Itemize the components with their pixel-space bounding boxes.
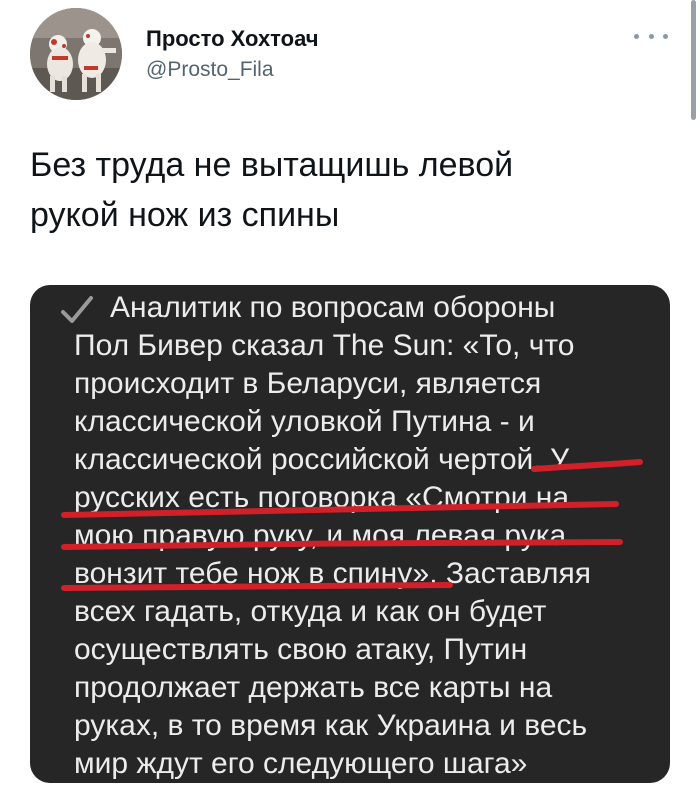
article-line: Пол Бивер сказал The Sun: «То, что xyxy=(74,329,575,362)
article-line: продолжает держать все карты на xyxy=(74,671,553,704)
tweet-media-image[interactable]: ▔▔▔ Аналитик по вопросам обороны Пол Бив… xyxy=(30,285,670,783)
more-dot xyxy=(634,33,639,39)
tweet-text: Без труда не вытащишь левой рукой нож из… xyxy=(30,146,514,234)
article-line: классической российской чертой. У xyxy=(74,443,569,476)
article-line: осуществлять свою атаку, Путин xyxy=(74,633,528,666)
checkmark-icon xyxy=(61,296,93,323)
article-line: мою правую руку, и моя левая рука xyxy=(74,519,567,552)
avatar[interactable] xyxy=(30,8,122,100)
article-line: происходит в Беларуси, является xyxy=(74,367,542,400)
article-line: классической уловкой Путина - и xyxy=(74,405,535,438)
avatar-image xyxy=(30,8,122,100)
tweet-header: Просто Хохтоач @Prosto_Fila xyxy=(30,8,680,104)
more-dot xyxy=(663,33,668,39)
article-line: всех гадать, откуда и как он будет xyxy=(74,595,547,628)
scrollbar[interactable] xyxy=(691,0,696,120)
article-line: русских есть поговорка «Смотри на xyxy=(74,481,570,514)
author-username[interactable]: @Prosto_Fila xyxy=(146,58,274,82)
article-line: вонзит тебе нож в спину». Заставляя xyxy=(74,557,592,590)
more-dot xyxy=(648,33,654,39)
more-dots-icon[interactable] xyxy=(634,26,668,46)
article-line: мир ждут его следующего шага» xyxy=(74,747,528,780)
article-line: Аналитик по вопросам обороны xyxy=(110,291,556,324)
article-line: руках, в то время как Украина и весь xyxy=(74,709,588,742)
author-display-name[interactable]: Просто Хохтоач xyxy=(146,26,319,52)
